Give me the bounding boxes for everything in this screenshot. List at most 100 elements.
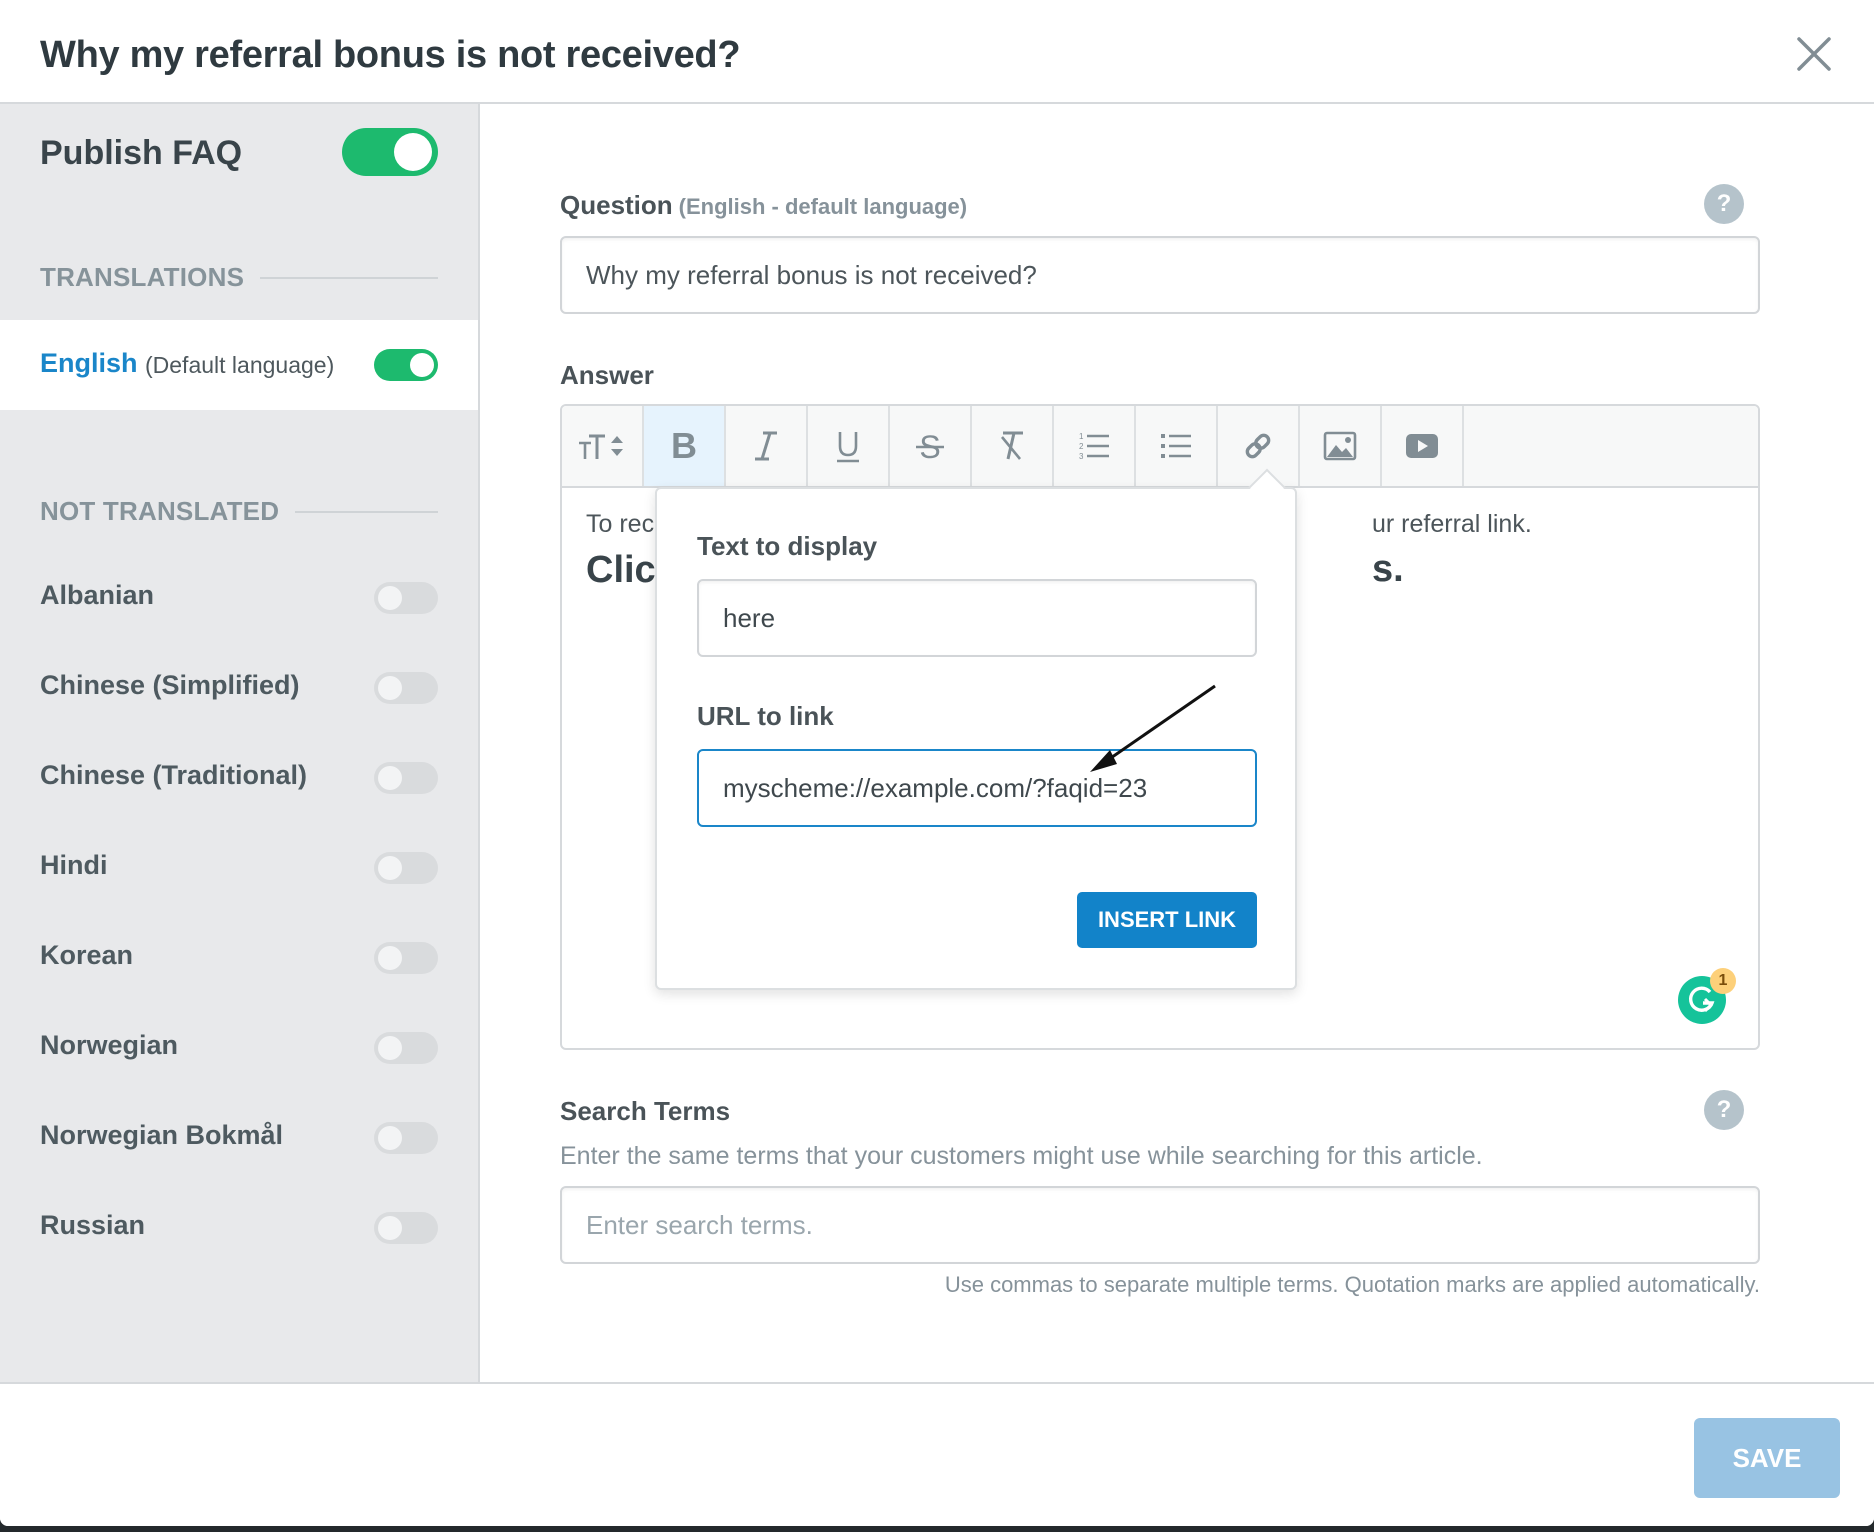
modal-footer: SAVE [0,1382,1874,1526]
toggle-knob [378,1126,402,1150]
default-language-note: (Default language) [145,352,335,378]
video-button[interactable] [1382,406,1464,486]
language-item-norwegian[interactable]: Norwegian [0,1018,478,1078]
svg-text:2: 2 [1079,442,1084,451]
image-button[interactable] [1300,406,1382,486]
language-name: Hindi [40,850,108,880]
unordered-list-button[interactable] [1136,406,1218,486]
language-item-norwegian-bokmal[interactable]: Norwegian Bokmål [0,1108,478,1168]
editor-content[interactable]: To rec Clic [586,510,656,592]
text-to-display-input[interactable]: here [697,579,1257,657]
link-button[interactable] [1218,406,1300,486]
svg-text:3: 3 [1079,452,1084,461]
underline-icon [837,432,859,463]
ordered-list-icon: 1 2 3 [1079,432,1109,461]
question-label: Question (English - default language) [560,190,967,221]
image-icon [1323,431,1357,461]
language-name: Norwegian Bokmål [40,1120,284,1150]
search-terms-help-icon[interactable]: ? [1704,1090,1744,1130]
not-translated-heading: NOT TRANSLATED [40,496,438,527]
language-name: Korean [40,940,134,970]
language-toggle[interactable] [374,672,438,704]
insert-link-button[interactable]: INSERT LINK [1077,892,1257,948]
annotation-arrow-icon [1090,684,1216,772]
toggle-knob [378,1216,402,1240]
language-item-english[interactable]: English (Default language) [0,320,478,410]
ordered-list-button[interactable]: 1 2 3 [1054,406,1136,486]
unordered-list-icon [1161,434,1191,458]
toggle-knob [394,133,432,171]
toggle-knob [378,766,402,790]
language-toggle[interactable] [374,582,438,614]
language-item-korean[interactable]: Korean [0,928,478,988]
language-toggle[interactable] [374,1122,438,1154]
save-button[interactable]: SAVE [1694,1418,1840,1498]
toggle-knob [378,946,402,970]
question-label-text: Question [560,190,673,220]
language-item-chinese-traditional[interactable]: Chinese (Traditional) [0,748,478,808]
search-terms-hint: Use commas to separate multiple terms. Q… [944,1272,1760,1297]
question-help-icon[interactable]: ? [1704,184,1744,224]
font-size-button[interactable] [562,406,644,486]
italic-icon [755,431,777,461]
grammarly-badge: 1 [1710,968,1736,994]
language-toggle[interactable] [374,1032,438,1064]
publish-faq-toggle[interactable] [342,128,438,176]
bold-icon: B [671,429,697,463]
translations-heading-text: TRANSLATIONS [40,262,245,292]
question-sublabel: (English - default language) [678,194,968,219]
modal-header: Why my referral bonus is not received? [0,0,1874,104]
close-icon [1797,37,1831,71]
language-item-hindi[interactable]: Hindi [0,838,478,898]
language-name: Chinese (Traditional) [40,760,308,790]
divider [260,276,438,279]
editor-text-line-end: ur referral link. [1372,510,1532,538]
editor-bold-line-end: s. [1372,548,1404,590]
editor-text-line: To rec [586,510,655,538]
language-toggle[interactable] [374,942,438,974]
divider [295,510,438,513]
editor-bold-line: Clic [586,549,656,591]
language-item-russian[interactable]: Russian [0,1198,478,1258]
clear-format-button[interactable] [972,406,1054,486]
toggle-knob [410,353,434,377]
strikethrough-button[interactable]: S [890,406,972,486]
language-item-albanian[interactable]: Albanian [0,568,478,628]
language-name: Chinese (Simplified) [40,670,300,700]
language-name: Russian [40,1210,146,1240]
language-item-chinese-simplified[interactable]: Chinese (Simplified) [0,658,478,718]
toggle-knob [378,586,402,610]
toggle-knob [378,676,402,700]
font-size-icon [579,434,623,459]
language-name[interactable]: English [40,348,138,379]
modal-title: Why my referral bonus is not received? [40,34,741,76]
search-terms-input[interactable]: Enter search terms. [560,1186,1760,1264]
publish-faq-label: Publish FAQ [40,134,243,172]
language-toggle[interactable] [374,852,438,884]
language-toggle[interactable] [374,762,438,794]
editor-toolbar: B S 1 2 3 [562,406,1758,488]
toggle-knob [378,856,402,880]
text-to-display-label: Text to display [697,531,878,561]
answer-label: Answer [560,360,654,390]
language-name: Albanian [40,580,155,610]
language-name: Norwegian [40,1030,179,1060]
video-icon [1406,434,1438,458]
link-icon [1245,433,1271,459]
italic-button[interactable] [726,406,808,486]
clear-format-icon [1000,431,1023,460]
bold-button[interactable]: B [644,406,726,486]
close-button[interactable] [1796,36,1832,72]
language-toggle[interactable] [374,1212,438,1244]
language-sidebar: Publish FAQ TRANSLATIONS English (Defaul… [0,104,480,1382]
underline-button[interactable] [808,406,890,486]
search-terms-description: Enter the same terms that your customers… [560,1142,1483,1170]
search-terms-label: Search Terms [560,1096,731,1126]
svg-text:B: B [671,429,697,463]
not-translated-heading-text: NOT TRANSLATED [40,496,280,526]
faq-edit-modal: Why my referral bonus is not received? P… [0,0,1874,1526]
english-toggle[interactable] [374,349,438,381]
url-to-link-label: URL to link [697,701,834,731]
strikethrough-icon: S [916,429,944,463]
question-input[interactable]: Why my referral bonus is not received? [560,236,1760,314]
